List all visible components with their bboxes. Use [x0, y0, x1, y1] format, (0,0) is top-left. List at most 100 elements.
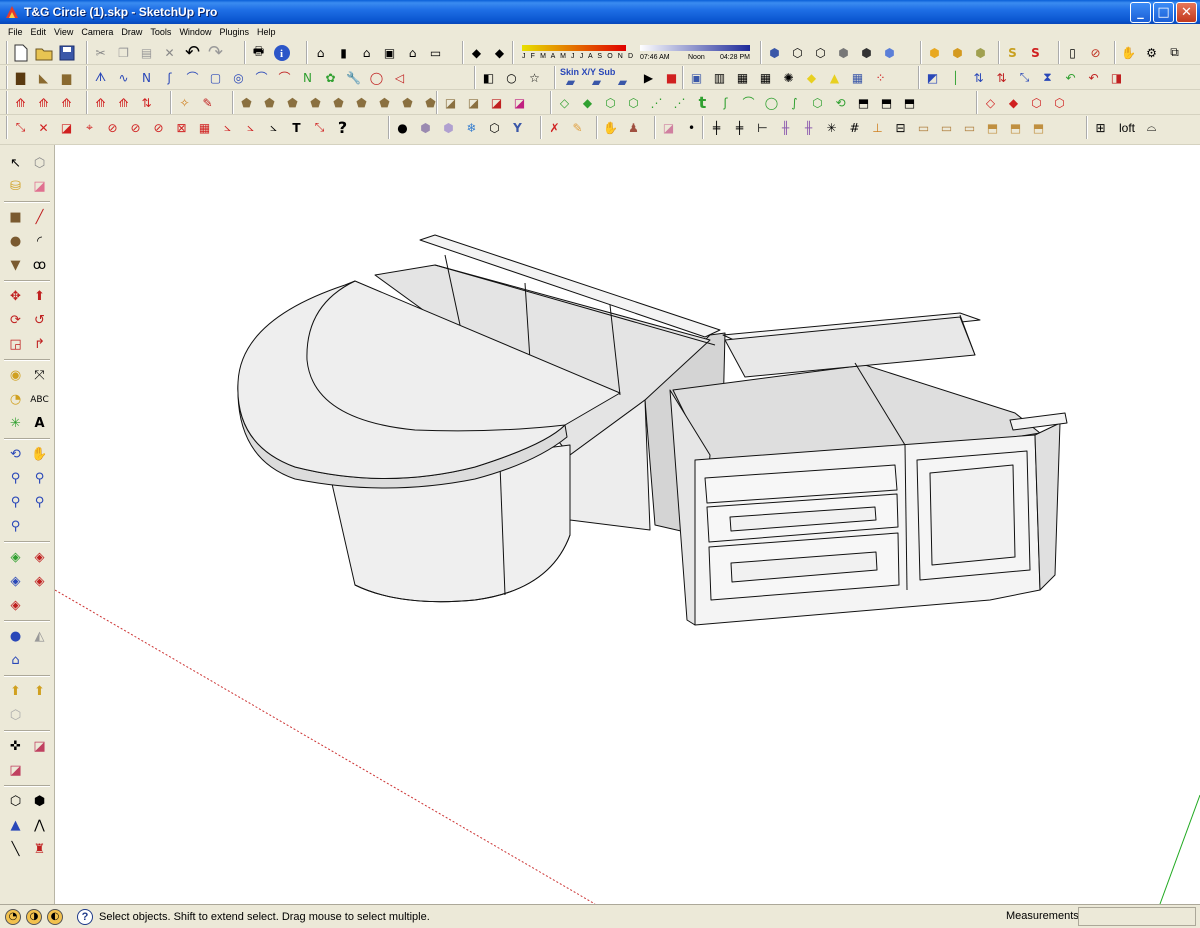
hexagon-icon[interactable]: ⬡: [807, 92, 828, 113]
arc-green-icon[interactable]: ⌒: [738, 92, 759, 113]
t-icon[interactable]: t: [692, 92, 713, 113]
paste-icon[interactable]: ▤: [136, 42, 157, 63]
scale-icon[interactable]: ◲: [5, 334, 26, 355]
color-grid-icon[interactable]: ▦: [847, 67, 868, 88]
erase-tool-icon[interactable]: S: [1025, 42, 1046, 63]
orbit-icon[interactable]: ⟲: [5, 444, 26, 465]
circle-green-icon[interactable]: ◯: [761, 92, 782, 113]
move-icon[interactable]: ✥: [5, 286, 26, 307]
spiral-icon[interactable]: ◎: [228, 67, 249, 88]
photo-texture-icon[interactable]: ◭: [29, 626, 50, 647]
dim-14-icon[interactable]: ⤡: [309, 117, 330, 138]
grid-9-icon[interactable]: ⊟: [890, 117, 911, 138]
arc-icon[interactable]: ◜: [29, 231, 50, 252]
teardrop-icon[interactable]: ◁: [389, 67, 410, 88]
dim-2-icon[interactable]: ✕: [33, 117, 54, 138]
star-icon[interactable]: ☆: [524, 67, 545, 88]
sandbox-icon[interactable]: S: [1002, 42, 1023, 63]
two-point-icon[interactable]: ⋀: [29, 815, 50, 836]
texture-3-icon[interactable]: ◪: [486, 92, 507, 113]
section-plane-icon[interactable]: ⬢: [924, 42, 945, 63]
shaded-textures-icon[interactable]: ⬢: [856, 42, 877, 63]
position-camera-icon[interactable]: ✜: [5, 736, 26, 757]
shaded-icon[interactable]: ⬢: [833, 42, 854, 63]
new-icon[interactable]: [10, 42, 31, 63]
drawing-canvas[interactable]: [55, 145, 1200, 904]
section-display-icon[interactable]: ⬢: [970, 42, 991, 63]
film-icon[interactable]: ▥: [709, 67, 730, 88]
menu-plugins[interactable]: Plugins: [215, 27, 253, 37]
geo-location-status-icon[interactable]: ◔: [5, 908, 21, 925]
pink-eraser-icon[interactable]: ◪: [658, 117, 679, 138]
pan-hand-icon[interactable]: ✋: [1118, 42, 1139, 63]
wrench-icon[interactable]: 🔧: [343, 67, 364, 88]
loft-curve-icon[interactable]: ⌓: [1141, 117, 1162, 138]
tape-measure-icon[interactable]: ◉: [5, 365, 26, 386]
joystick-icon[interactable]: ♜: [29, 839, 50, 860]
arc2-icon[interactable]: ⌒: [251, 67, 272, 88]
dim-4-icon[interactable]: ⌖: [79, 117, 100, 138]
rotate-icon[interactable]: ⟳: [5, 310, 26, 331]
diagonal-icon[interactable]: ⤡: [1014, 67, 1035, 88]
menu-camera[interactable]: Camera: [77, 27, 117, 37]
crate-icon[interactable]: ▆: [56, 67, 77, 88]
star-curve-icon[interactable]: ✿: [320, 67, 341, 88]
cube-red-2-icon[interactable]: ⬡: [1049, 92, 1070, 113]
section-icon[interactable]: ◪: [5, 760, 26, 781]
left-view-icon[interactable]: ▭: [425, 42, 446, 63]
up-down-blue-icon[interactable]: ⇅: [968, 67, 989, 88]
rectangle-icon[interactable]: ■: [5, 207, 26, 228]
menu-view[interactable]: View: [50, 27, 77, 37]
warehouse-down-icon[interactable]: ⬆: [29, 681, 50, 702]
eraser-icon[interactable]: ◪: [29, 176, 50, 197]
warehouse-up-icon[interactable]: ⬆: [5, 681, 26, 702]
frame-5-icon[interactable]: ⬒: [1005, 117, 1026, 138]
grid-3-icon[interactable]: ⊢: [752, 117, 773, 138]
undo-red-icon[interactable]: ↶: [1083, 67, 1104, 88]
filmstrip-2-icon[interactable]: ▦: [755, 67, 776, 88]
copy-icon[interactable]: ❐: [113, 42, 134, 63]
dim-13-icon[interactable]: T: [286, 117, 307, 138]
shape-5-icon[interactable]: ⬟: [328, 92, 349, 113]
zoom-window-icon[interactable]: ⚲: [29, 468, 50, 489]
dim-3-icon[interactable]: ◪: [56, 117, 77, 138]
look-around-icon[interactable]: ◪: [29, 736, 50, 757]
grid-4-icon[interactable]: ╫: [775, 117, 796, 138]
google-earth-icon[interactable]: ●: [5, 626, 26, 647]
skin-icon[interactable]: ▰: [560, 75, 581, 89]
dim-1-icon[interactable]: ⤡: [10, 117, 31, 138]
add-location-icon[interactable]: ◈: [5, 547, 26, 568]
undo-icon[interactable]: ↶: [182, 42, 203, 63]
axis-y-icon[interactable]: ⟰: [33, 92, 54, 113]
back-view-icon[interactable]: ⌂: [402, 42, 423, 63]
make-component-icon[interactable]: ⬡: [29, 153, 50, 174]
film-strip-icon[interactable]: ▦: [732, 67, 753, 88]
share-component-icon[interactable]: ◈: [5, 595, 26, 616]
cut-icon[interactable]: ✂: [90, 42, 111, 63]
group-boxes-icon[interactable]: ⬢: [415, 117, 436, 138]
play-icon[interactable]: ▶: [638, 67, 659, 88]
texture-1-icon[interactable]: ◪: [440, 92, 461, 113]
erase-icon[interactable]: ✕: [159, 42, 180, 63]
camera-dolly-icon[interactable]: ▣: [686, 67, 707, 88]
grid-2-icon[interactable]: ╪: [729, 117, 750, 138]
arc3-icon[interactable]: ⌒: [274, 67, 295, 88]
hand-red-icon[interactable]: ✋: [600, 117, 621, 138]
rotate-green-icon[interactable]: ⟲: [830, 92, 851, 113]
model-viewport[interactable]: [55, 145, 1200, 904]
zigzag-icon[interactable]: Ν: [297, 67, 318, 88]
shape-4-icon[interactable]: ⬟: [305, 92, 326, 113]
front-view-icon[interactable]: ⌂: [356, 42, 377, 63]
axes-icon[interactable]: ✳: [5, 413, 26, 434]
snowflake-icon[interactable]: ❄: [461, 117, 482, 138]
dimension-icon[interactable]: ⤧: [29, 365, 50, 386]
minimize-button[interactable]: _: [1130, 2, 1151, 23]
wood-icon[interactable]: ◣: [33, 67, 54, 88]
shape-1-icon[interactable]: ⬟: [236, 92, 257, 113]
dots-icon[interactable]: ⁘: [870, 67, 891, 88]
page-icon[interactable]: ◨: [1106, 67, 1127, 88]
dim-11-icon[interactable]: ⦣: [240, 117, 261, 138]
toggle-terrain-icon[interactable]: ◈: [29, 547, 50, 568]
text-icon[interactable]: ABC: [29, 389, 50, 410]
hand-icon[interactable]: ▯: [1062, 42, 1083, 63]
